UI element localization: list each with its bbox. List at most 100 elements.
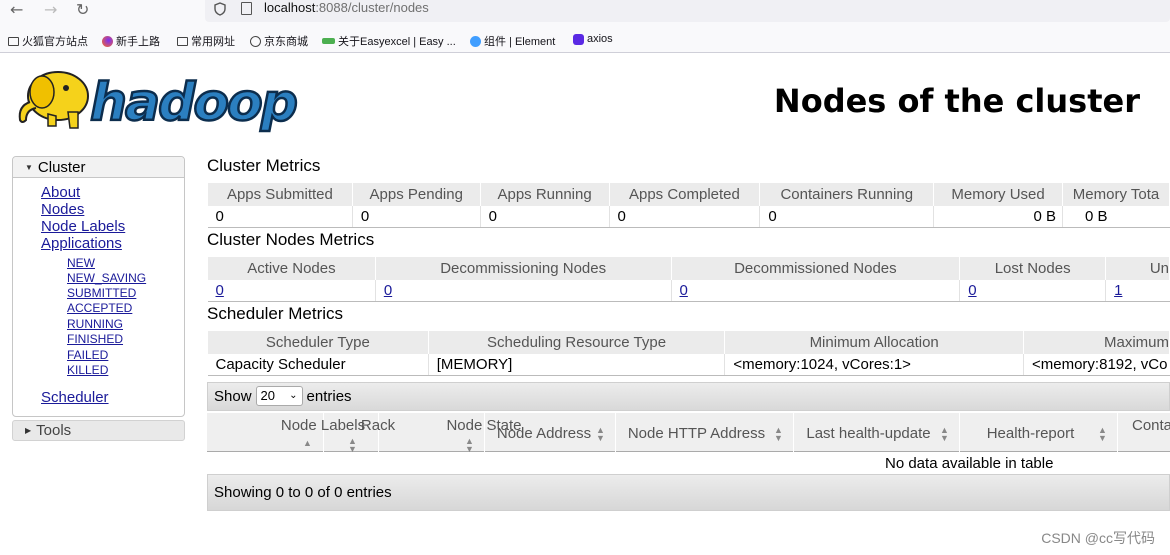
bookmark-item[interactable]: 火狐官方站点 <box>8 33 88 49</box>
metric-value: 0 <box>479 205 610 228</box>
column-header-node-http-address[interactable]: Node HTTP Address ▲ ▼ <box>616 413 794 452</box>
column-header-health-report[interactable]: Health-report ▲ ▼ <box>960 413 1118 452</box>
url-text[interactable]: localhost:8088/cluster/nodes <box>264 0 429 15</box>
metric-value: 0 <box>351 205 481 228</box>
browser-toolbar: ← → ↻ localhost:8088/cluster/nodes <box>0 0 1170 26</box>
firefox-icon <box>102 35 113 47</box>
page-size-value: 20 <box>260 388 275 403</box>
metric-value: 0 <box>608 205 760 228</box>
app-state-accepted[interactable]: ACCEPTED <box>67 301 132 316</box>
cluster-metrics-table: Apps Submitted Apps Pending Apps Running… <box>207 182 1170 228</box>
watermark: CSDN @cc写代码 <box>1041 530 1155 546</box>
column-header: Memory Tota <box>1062 182 1170 206</box>
reload-icon[interactable]: ↻ <box>76 0 89 19</box>
column-header: Minimum Allocation <box>724 330 1024 354</box>
column-header: Scheduler Type <box>207 330 429 354</box>
metric-value: <memory:8192, vCo <box>1023 353 1170 376</box>
app-state-new-saving[interactable]: NEW_SAVING <box>67 271 146 286</box>
axios-icon <box>573 33 584 45</box>
column-header: Decommissioning Nodes <box>374 256 672 280</box>
bookmark-item[interactable]: 常用网址 <box>177 33 235 49</box>
tools-label: Tools <box>36 422 72 439</box>
app-state-failed[interactable]: FAILED <box>67 348 108 363</box>
bookmark-label: 新手上路 <box>116 36 160 48</box>
column-header: Apps Submitted <box>207 182 353 206</box>
folder-icon <box>8 36 19 46</box>
metric-value: Capacity Scheduler <box>207 353 429 376</box>
back-arrow-icon[interactable]: ← <box>10 0 23 19</box>
metric-value: 0 B <box>933 205 1063 228</box>
nav-link-scheduler[interactable]: Scheduler <box>41 389 109 406</box>
column-header-containers[interactable]: Conta <box>1118 413 1170 452</box>
chevron-down-icon: ⌄ <box>289 390 298 401</box>
column-header-rack[interactable]: Rack ▲ ▼ <box>324 413 395 454</box>
column-header: Un <box>1105 256 1170 280</box>
tools-section-header[interactable]: ▶ Tools <box>12 420 185 441</box>
bookmark-item[interactable]: 京东商城 <box>250 33 308 49</box>
column-header: Scheduling Resource Type <box>427 330 726 354</box>
sort-icon: ▲ ▼ <box>1098 425 1107 443</box>
column-header: Containers Running <box>759 182 935 206</box>
metric-value: 0 <box>759 205 934 228</box>
bookmark-label: 组件 | Element <box>484 36 556 48</box>
show-label: Show <box>214 388 252 405</box>
column-header: Lost Nodes <box>959 256 1107 280</box>
table-row: 0 0 0 0 0 0 B 0 B <box>207 205 1170 228</box>
column-header-node-address[interactable]: Node Address ▲ ▼ <box>485 413 616 452</box>
column-header-node-labels[interactable]: Node Labels ▲ <box>207 413 365 452</box>
metric-value: <memory:1024, vCores:1> <box>724 353 1024 376</box>
app-state-running[interactable]: RUNNING <box>67 317 123 332</box>
cluster-section-header[interactable]: ▼ Cluster <box>13 157 184 178</box>
shield-icon[interactable] <box>214 2 226 16</box>
nav-link-node-labels[interactable]: Node Labels <box>41 218 125 235</box>
bookmark-label: 火狐官方站点 <box>22 36 88 48</box>
metric-value: 0 <box>207 205 353 228</box>
column-label: Conta <box>1132 417 1170 434</box>
metric-value: 0 B <box>1062 205 1170 228</box>
app-state-finished[interactable]: FINISHED <box>67 332 123 347</box>
app-state-new[interactable]: NEW <box>67 256 95 271</box>
column-header-node-state[interactable]: Node State ▲ ▼ <box>379 413 522 454</box>
app-state-killed[interactable]: KILLED <box>67 363 108 378</box>
nav-link-nodes[interactable]: Nodes <box>41 201 84 218</box>
column-header: Maximum <box>1023 330 1170 354</box>
url-host: localhost <box>264 0 316 15</box>
bookmark-label: 常用网址 <box>191 36 235 48</box>
column-label: Node HTTP Address <box>627 425 766 442</box>
empty-table-message: No data available in table <box>885 455 1054 472</box>
bookmark-label: axios <box>587 33 613 45</box>
metric-cell: 0 <box>670 279 960 302</box>
page-size-select[interactable]: 20 ⌄ <box>255 386 303 406</box>
app-state-submitted[interactable]: SUBMITTED <box>67 286 136 301</box>
nodes-table-header: Node Labels ▲ Rack ▲ ▼ Node State ▲ ▼ Node Ad… <box>207 413 1170 454</box>
nav-link-applications[interactable]: Applications <box>41 235 122 252</box>
scheduler-metrics-table: Scheduler Type Scheduling Resource Type … <box>207 330 1170 376</box>
table-length-bar: Show 20 ⌄ entries <box>207 382 1170 411</box>
table-row: 0 0 0 0 1 <box>207 279 1170 302</box>
column-label: Last health-update <box>806 425 931 442</box>
nav-link-about[interactable]: About <box>41 184 80 201</box>
unhealthy-nodes-link[interactable]: 1 <box>1114 282 1122 299</box>
page-info-icon[interactable] <box>241 2 252 15</box>
decommissioned-nodes-link[interactable]: 0 <box>680 282 688 299</box>
active-nodes-link[interactable]: 0 <box>216 282 224 299</box>
table-header-row: Scheduler Type Scheduling Resource Type … <box>207 330 1170 354</box>
nodes-metrics-title: Cluster Nodes Metrics <box>207 230 375 249</box>
forward-arrow-icon[interactable]: → <box>44 0 57 19</box>
metric-value: [MEMORY] <box>427 353 725 376</box>
hadoop-logo[interactable]: hadoop <box>12 62 312 134</box>
column-label: Node Address <box>496 425 592 442</box>
lost-nodes-link[interactable]: 0 <box>968 282 976 299</box>
bookmark-item[interactable]: 关于Easyexcel | Easy ... <box>322 33 456 49</box>
column-header-last-health-update[interactable]: Last health-update ▲ ▼ <box>794 413 960 452</box>
folder-icon <box>177 36 188 46</box>
bookmark-item[interactable]: 新手上路 <box>102 33 160 49</box>
table-row: Capacity Scheduler [MEMORY] <memory:1024… <box>207 353 1170 376</box>
cluster-label: Cluster <box>37 159 86 176</box>
decommissioning-nodes-link[interactable]: 0 <box>384 282 392 299</box>
table-info-footer: Showing 0 to 0 of 0 entries <box>207 474 1170 511</box>
bookmark-item[interactable]: 组件 | Element <box>470 33 555 49</box>
column-header: Memory Used <box>933 182 1063 206</box>
sort-icon: ▲ ▼ <box>348 436 357 454</box>
bookmark-item[interactable]: axios <box>573 33 613 45</box>
